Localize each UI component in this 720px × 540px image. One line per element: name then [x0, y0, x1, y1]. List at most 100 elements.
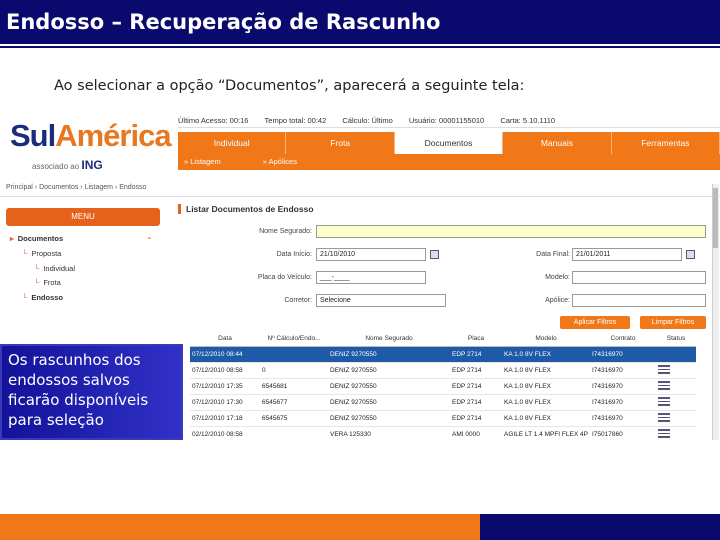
sub-navigation: » Listagem » Apólices [178, 154, 720, 170]
info-item: Último Acesso: 00:16 [178, 116, 249, 125]
subnav-listagem[interactable]: » Listagem [184, 157, 221, 166]
cell [656, 394, 696, 411]
cell [656, 378, 696, 395]
cell: DENIZ 9270550 [328, 362, 450, 379]
info-item: Carta: 5.10.1110 [500, 116, 556, 125]
cell: KA 1.0 8V FLEX [502, 346, 590, 363]
cell: I74316970 [590, 394, 656, 411]
col-status[interactable]: Status [656, 332, 696, 347]
tab-documentos[interactable]: Documentos [394, 132, 504, 154]
tab-manuais[interactable]: Manuais [503, 132, 612, 154]
cell: 6545681 [260, 378, 328, 395]
subnav-apolices[interactable]: » Apólices [263, 157, 297, 166]
corretor-select[interactable]: Selecione [316, 294, 446, 307]
bullet-icon: └ [22, 249, 28, 258]
nome-segurado-input[interactable] [316, 225, 706, 238]
info-item[interactable]: Cálculo: Último [342, 116, 392, 125]
cell: 0 [260, 362, 328, 379]
col-placa[interactable]: Placa [450, 332, 502, 347]
cell: 07/12/2010 08:44 [190, 346, 260, 363]
cell [656, 346, 696, 363]
cell: KA 1.0 8V FLEX [502, 410, 590, 427]
apolice-label: Apólice: [545, 297, 570, 304]
limpar-filtros-button[interactable]: Limpar Filtros [640, 316, 706, 329]
cell: 6545677 [260, 394, 328, 411]
apolice-input[interactable] [572, 294, 706, 307]
list-status-icon[interactable] [658, 412, 670, 422]
menu-item-endosso[interactable]: └ Endosso [22, 293, 63, 302]
table-row[interactable]: 07/12/2010 17:35 6545681 DENIZ 9270550 E… [190, 378, 696, 395]
cell [656, 362, 696, 379]
placa-input[interactable]: ___-____ [316, 271, 426, 284]
bullet-icon: └ [34, 278, 40, 287]
data-inicio-input[interactable]: 21/10/2010 [316, 248, 426, 261]
slide-title: Endosso – Recuperação de Rascunho [6, 10, 441, 34]
callout-box: Os rascunhos dos endossos salvos ficarão… [0, 344, 183, 440]
col-data[interactable]: Data [190, 332, 260, 347]
aplicar-filtros-button[interactable]: Aplicar Filtros [560, 316, 630, 329]
menu-item-proposta[interactable]: └ Proposta [22, 249, 61, 258]
col-contrato[interactable]: Contrato [590, 332, 656, 347]
cell: 6545675 [260, 410, 328, 427]
collapse-icon[interactable]: ⌃ [146, 236, 153, 245]
footer-orange-bar [0, 514, 480, 540]
cell: DENIZ 9270550 [328, 410, 450, 427]
main-tabs: Individual Frota Documentos Manuais Ferr… [178, 132, 720, 154]
session-info-bar: Último Acesso: 00:16 Tempo total: 00:42 … [178, 116, 720, 128]
col-nome-segurado[interactable]: Nome Segurado [328, 332, 450, 347]
table-header-row: Data Nº Cálculo/Endo... Nome Segurado Pl… [190, 332, 696, 347]
col-calculo[interactable]: Nº Cálculo/Endo... [260, 332, 328, 347]
cell: I74316970 [590, 378, 656, 395]
bullet-icon: ▸ [10, 234, 14, 243]
cell: KA 1.0 8V FLEX [502, 378, 590, 395]
table-row[interactable]: 07/12/2010 08:58 0 DENIZ 9270550 EDP 271… [190, 362, 696, 379]
cell: DENIZ 9270550 [328, 394, 450, 411]
data-final-input[interactable]: 21/01/2011 [572, 248, 682, 261]
data-inicio-label: Data Início: [276, 251, 312, 258]
menu-item-individual[interactable]: └ Individual [34, 264, 75, 273]
list-status-icon[interactable] [658, 380, 670, 390]
cell: I74316970 [590, 346, 656, 363]
bullet-icon: └ [34, 264, 40, 273]
tab-frota[interactable]: Frota [286, 132, 395, 154]
table-row[interactable]: 02/12/2010 08:58 VERA 125330 AMI 0000 AG… [190, 426, 696, 440]
cell: KA 1.0 8V FLEX [502, 362, 590, 379]
cell: EDP 2714 [450, 394, 502, 411]
cell: VERA 125330 [328, 426, 450, 440]
breadcrumb[interactable]: Principal › Documentos › Listagem › Endo… [6, 184, 146, 191]
info-item: Usuário: 00001155010 [408, 116, 485, 125]
list-status-icon[interactable] [658, 428, 670, 438]
cell: 02/12/2010 08:58 [190, 426, 260, 440]
calendar-icon[interactable] [430, 250, 439, 259]
tab-ferramentas[interactable]: Ferramentas [612, 132, 720, 154]
table-row[interactable]: 07/12/2010 08:44 DENIZ 9270550 EDP 2714 … [190, 346, 696, 363]
list-status-icon[interactable] [658, 396, 670, 406]
cell: EDP 2714 [450, 378, 502, 395]
menu-item-documentos[interactable]: ▸ Documentos [10, 234, 63, 243]
form-title: Listar Documentos de Endosso [186, 204, 314, 214]
scrollbar-thumb[interactable] [713, 188, 718, 248]
divider [0, 196, 720, 197]
cell: EDP 2714 [450, 362, 502, 379]
col-modelo[interactable]: Modelo [502, 332, 590, 347]
app-screenshot: SulAmérica associado ao ING Último Acess… [0, 108, 720, 440]
form-title-marker [178, 204, 181, 214]
slide-intro-text: Ao selecionar a opção “Documentos”, apar… [54, 78, 525, 94]
calendar-icon[interactable] [686, 250, 695, 259]
sulamerica-logo: SulAmérica associado ao ING [10, 118, 172, 173]
tab-individual[interactable]: Individual [178, 132, 287, 154]
modelo-input[interactable] [572, 271, 706, 284]
cell: EDP 2714 [450, 346, 502, 363]
menu-header: MENU [6, 208, 160, 226]
cell: DENIZ 9270550 [328, 378, 450, 395]
documents-table: Data Nº Cálculo/Endo... Nome Segurado Pl… [190, 332, 696, 440]
table-row[interactable]: 07/12/2010 17:18 6545675 DENIZ 9270550 E… [190, 410, 696, 427]
data-final-label: Data Final: [536, 251, 570, 258]
table-row[interactable]: 07/12/2010 17:30 6545677 DENIZ 9270550 E… [190, 394, 696, 411]
list-status-icon[interactable] [658, 364, 670, 374]
callout-text: Os rascunhos dos endossos salvos ficarão… [8, 351, 149, 429]
menu-item-frota[interactable]: └ Frota [34, 278, 61, 287]
cell [260, 426, 328, 440]
title-rule [0, 46, 720, 60]
corretor-label: Corretor: [284, 297, 312, 304]
